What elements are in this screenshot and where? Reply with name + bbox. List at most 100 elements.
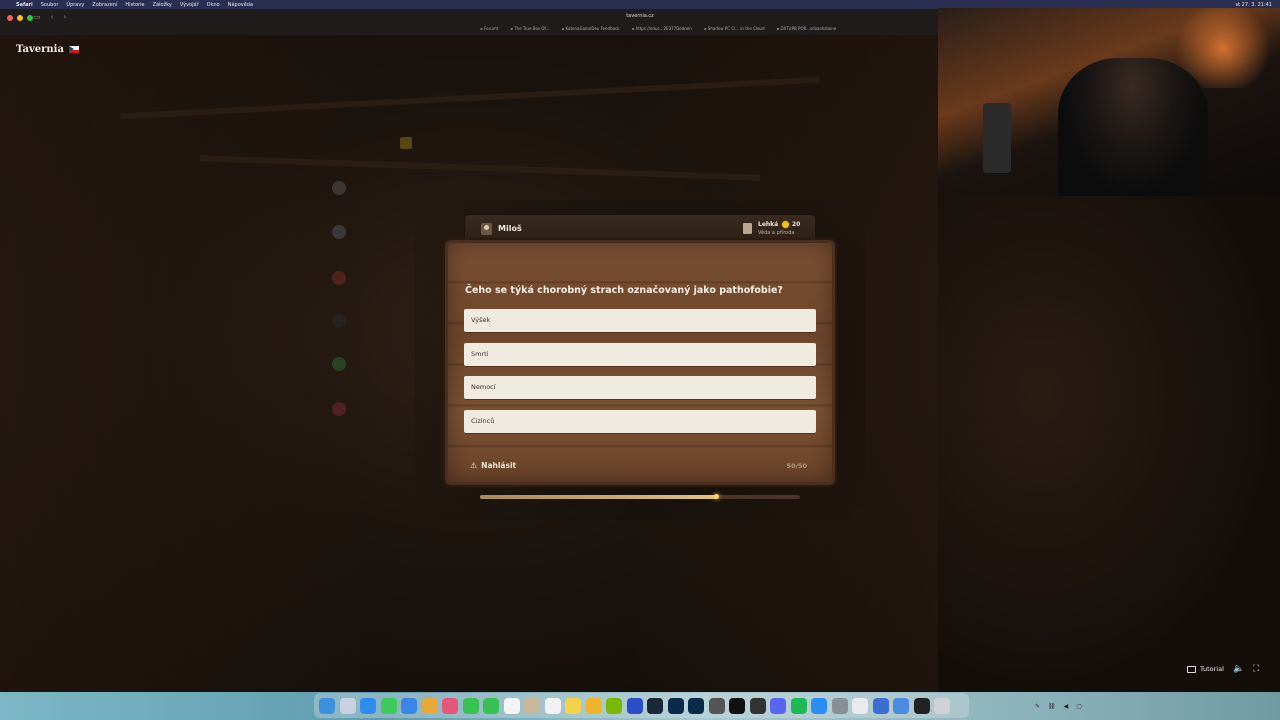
answer-option-2[interactable]: Smrti (464, 343, 816, 366)
pen-icon[interactable]: ✎ (1035, 703, 1040, 710)
calendar-icon[interactable] (503, 697, 520, 714)
safari-icon[interactable] (360, 697, 376, 714)
phone-icon[interactable] (483, 697, 499, 714)
obs-icon[interactable] (749, 697, 766, 714)
menu-historie[interactable]: Historie (125, 2, 144, 8)
photos-icon[interactable] (442, 697, 458, 714)
menu-zalozky[interactable]: Záložky (153, 2, 172, 8)
window-controls (7, 15, 33, 21)
browser-toolbar: ▭ ‹ › tavernia.cz Forumt The True Box Of… (0, 9, 938, 36)
macos-dock (314, 693, 969, 718)
fullscreen-icon[interactable]: ⛶ (1253, 664, 1259, 674)
report-label: Nahlásit (481, 461, 517, 470)
answer-option-3[interactable]: Nemocí (464, 376, 816, 399)
category-label: Věda a příroda (758, 230, 795, 236)
finder-window-icon[interactable] (893, 697, 909, 714)
forward-icon[interactable]: › (63, 13, 66, 21)
spotify-icon[interactable] (790, 697, 807, 714)
blurred-lamp (400, 137, 412, 149)
answer-option-4[interactable]: Cizinců (464, 410, 816, 433)
tips-icon[interactable] (585, 697, 602, 714)
menu-upravy[interactable]: Úpravy (66, 2, 84, 8)
lightroom-icon[interactable] (667, 697, 684, 714)
address-bar[interactable]: tavernia.cz (480, 13, 800, 19)
blurred-seat-icon (332, 225, 346, 239)
tavern-wall-left (0, 35, 360, 692)
screen-recorder-icon[interactable] (708, 697, 725, 714)
tutorial-label: Tutorial (1200, 665, 1224, 673)
folder-icon[interactable] (852, 697, 868, 714)
blurred-seat-icon (332, 357, 346, 371)
blurred-seat-icon (332, 402, 346, 416)
quiz-header: Miloš Lehká Věda a příroda 20 (465, 215, 815, 243)
close-window-button[interactable] (7, 15, 13, 21)
menubar-clock[interactable]: st 27. 3. 21:41 (1236, 2, 1272, 8)
facetime-icon[interactable] (462, 697, 479, 714)
answer-option-1[interactable]: Výšek (464, 309, 816, 332)
bookmark-item[interactable]: KatenaGameDev Feedback (561, 26, 619, 31)
minimize-window-button[interactable] (17, 15, 23, 21)
menu-safari[interactable]: Safari (16, 2, 33, 8)
coin-icon (782, 221, 789, 228)
launchpad-icon[interactable] (339, 697, 356, 714)
report-button[interactable]: ⚠ Nahlásit (470, 461, 516, 470)
menu-vyvojar[interactable]: Vývojář (180, 2, 199, 8)
bookmark-item[interactable]: https://educ...2E377Dodnen (632, 26, 692, 31)
quiz-board: Čeho se týká chorobný strach označovaný … (445, 240, 835, 485)
bookmark-item[interactable]: Forumt (480, 26, 498, 31)
contacts-icon[interactable] (524, 697, 540, 714)
menu-soubor[interactable]: Soubor (41, 2, 59, 8)
back-icon[interactable]: ‹ (51, 13, 54, 21)
preview-icon[interactable] (872, 697, 889, 714)
window-icon[interactable]: ▢ (1076, 703, 1082, 710)
streamer (1058, 58, 1208, 196)
settings-icon[interactable] (831, 697, 848, 714)
desktop-tray: ✎ ⛓ ◀︎ ▢ (1035, 703, 1082, 710)
finder-icon[interactable] (319, 697, 335, 714)
timer-bar (480, 494, 800, 499)
warning-icon: ⚠ (470, 461, 478, 470)
sidebar-icon[interactable]: ▭ (34, 13, 41, 21)
question-counter: 50/50 (786, 462, 807, 470)
notes-icon[interactable] (565, 697, 581, 714)
bookmarks-bar: Forumt The True Box Of... KatenaGameDev … (480, 26, 836, 31)
bookmark-item[interactable]: DXTUPB POR...scbankalaine (777, 26, 836, 31)
tavern-background-right (938, 196, 1280, 692)
player-avatar (481, 223, 492, 235)
scroll-icon (743, 223, 752, 234)
discord-icon[interactable] (770, 697, 786, 714)
app-logo[interactable]: Tavernia (16, 44, 79, 55)
book-icon (1187, 665, 1196, 673)
zoom-window-button[interactable] (27, 15, 33, 21)
player-name: Miloš (498, 224, 522, 233)
appstore-icon[interactable] (811, 697, 827, 714)
webcam-overlay (938, 8, 1280, 196)
photoshop-icon[interactable] (688, 697, 704, 714)
points-value: 20 (792, 221, 801, 228)
mail-icon[interactable] (401, 697, 417, 714)
menu-zobrazeni[interactable]: Zobrazení (92, 2, 117, 8)
nvidia-icon[interactable] (606, 697, 622, 714)
messages-icon[interactable] (380, 697, 397, 714)
vpn-icon[interactable] (626, 697, 643, 714)
iphone-mirroring-icon[interactable] (913, 697, 930, 714)
difficulty-label: Lehká (758, 221, 779, 228)
tutorial-button[interactable]: Tutorial (1187, 665, 1224, 673)
reminders-icon[interactable] (544, 697, 561, 714)
menu-napoveda[interactable]: Nápověda (228, 2, 253, 8)
blurred-seat-icon (332, 314, 346, 328)
audio-icon[interactable]: ◀︎ (1064, 703, 1069, 710)
trash-icon[interactable] (934, 697, 950, 714)
link-icon[interactable]: ⛓ (1048, 703, 1056, 710)
blurred-seat-icon (332, 181, 346, 195)
speaker-icon[interactable]: 🔈 (1233, 664, 1244, 674)
drink-can (983, 103, 1011, 173)
menu-okno[interactable]: Okno (207, 2, 220, 8)
chrome-icon[interactable] (421, 697, 438, 714)
blurred-seat-icon (332, 271, 346, 285)
cz-flag-icon (68, 46, 79, 53)
appletv-icon[interactable] (729, 697, 745, 714)
steam-icon[interactable] (647, 697, 663, 714)
bookmark-item[interactable]: The True Box Of... (510, 26, 549, 31)
bookmark-item[interactable]: Shadow PC Cl... in the Cloud (704, 26, 765, 31)
